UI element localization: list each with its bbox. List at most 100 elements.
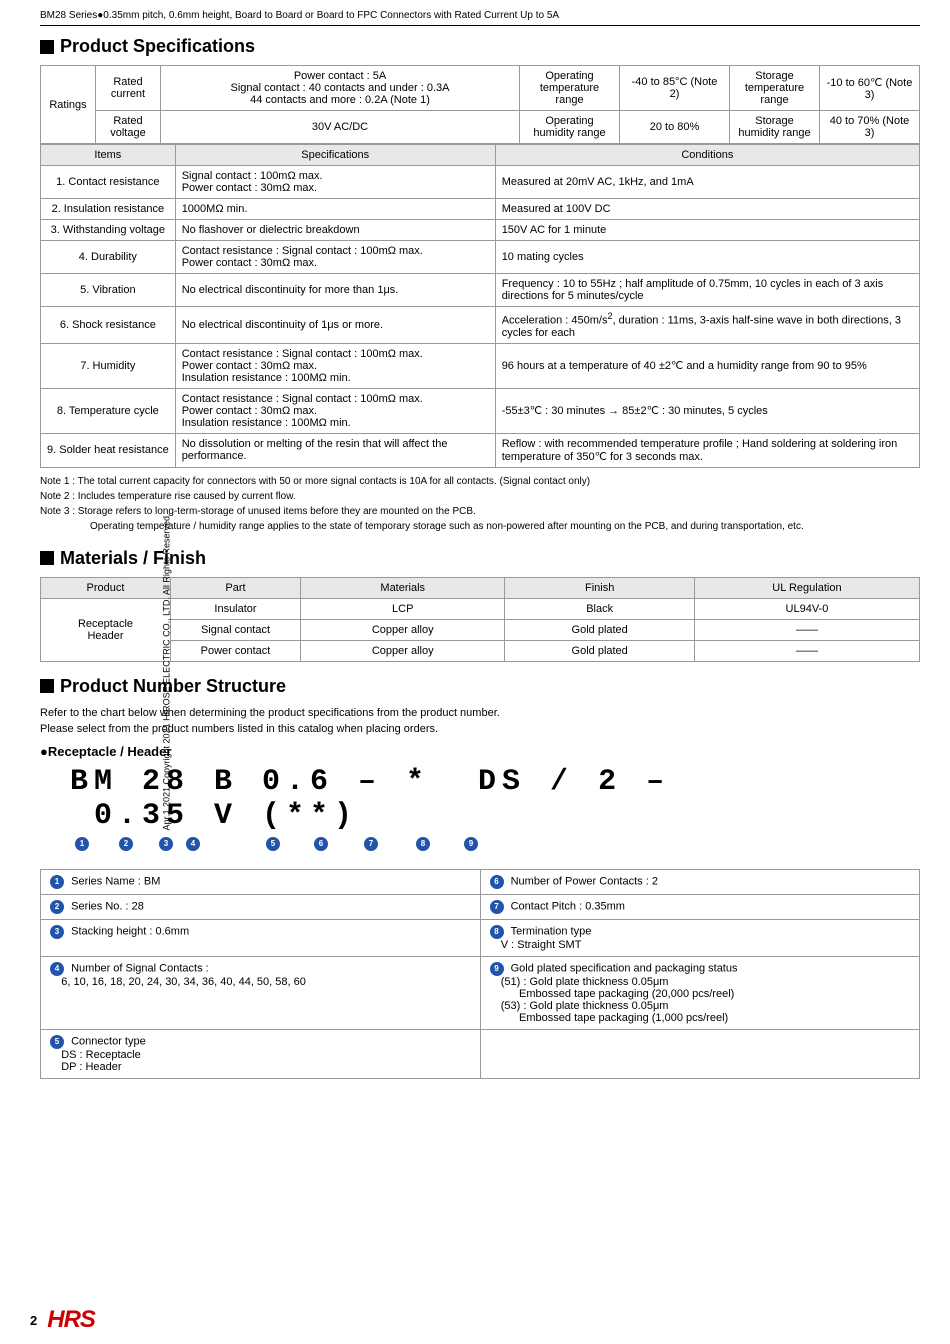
pn-desc-left-1: 1 Series Name : BM xyxy=(41,869,481,894)
desc-circle-5: 5 xyxy=(50,1035,64,1049)
storage-humidity-label: Storage humidity range xyxy=(730,111,820,144)
spec-spec-2: 1000MΩ min. xyxy=(175,199,495,220)
spec-row-6: 6. Shock resistance No electrical discon… xyxy=(41,307,920,344)
pn-desc-left-5: 5 Connector type DS : Receptacle DP : He… xyxy=(41,1029,481,1078)
pn-desc-row-3: 3 Stacking height : 0.6mm 8 Termination … xyxy=(41,919,920,956)
mat-product: ReceptacleHeader xyxy=(41,598,171,661)
note-3a: Note 3 : Storage refers to long-term-sto… xyxy=(40,504,920,519)
product-number-title: Product Number Structure xyxy=(40,676,920,697)
spec-item-3: 3. Withstanding voltage xyxy=(41,220,176,241)
mat-material-3: Copper alloy xyxy=(301,640,505,661)
mat-part-1: Insulator xyxy=(171,598,301,619)
mat-ul-2: —— xyxy=(694,619,919,640)
spec-spec-5: No electrical discontinuity for more tha… xyxy=(175,274,495,307)
pn-desc-left-2: 2 Series No. : 28 xyxy=(41,894,481,919)
mat-part-3: Power contact xyxy=(171,640,301,661)
pn-desc-right-3: 8 Termination type V : Straight SMT xyxy=(480,919,920,956)
spec-item-6: 6. Shock resistance xyxy=(41,307,176,344)
title-square-icon xyxy=(40,40,54,54)
materials-table: Product Part Materials Finish UL Regulat… xyxy=(40,577,920,662)
pn-bullet-header: ●Receptacle / Header xyxy=(40,744,920,759)
page-header: BM28 Series●0.35mm pitch, 0.6mm height, … xyxy=(40,10,920,26)
mat-material-2: Copper alloy xyxy=(301,619,505,640)
specs-header-row: Items Specifications Conditions xyxy=(41,145,920,166)
spec-spec-6: No electrical discontinuity of 1μs or mo… xyxy=(175,307,495,344)
mat-part-2: Signal contact xyxy=(171,619,301,640)
spec-item-9: 9. Solder heat resistance xyxy=(41,433,176,467)
ratings-label: Ratings xyxy=(41,66,96,144)
spec-item-8: 8. Temperature cycle xyxy=(41,388,176,433)
pn-desc-left-4: 4 Number of Signal Contacts : 6, 10, 16,… xyxy=(41,956,481,1029)
op-humidity-value: 20 to 80% xyxy=(620,111,730,144)
mat-ul-3: —— xyxy=(694,640,919,661)
circle-3: 3 xyxy=(158,837,174,851)
rated-voltage-value: 30V AC/DC xyxy=(161,111,520,144)
circle-7: 7 xyxy=(363,837,379,851)
mat-material-1: LCP xyxy=(301,598,505,619)
spec-row-9: 9. Solder heat resistance No dissolution… xyxy=(41,433,920,467)
title-square-icon-2 xyxy=(40,551,54,565)
col-conditions: Conditions xyxy=(495,145,919,166)
mat-col-finish: Finish xyxy=(505,577,694,598)
pn-circles-container: 1 2 3 4 5 6 7 8 9 xyxy=(70,837,920,857)
spec-row-2: 2. Insulation resistance 1000MΩ min. Mea… xyxy=(41,199,920,220)
spec-item-2: 2. Insulation resistance xyxy=(41,199,176,220)
desc-circle-1: 1 xyxy=(50,875,64,889)
pn-indices-row: 1 2 3 4 5 6 7 8 9 xyxy=(70,837,920,857)
rated-current-value: Power contact : 5ASignal contact : 40 co… xyxy=(161,66,520,111)
pn-desc-left-3: 3 Stacking height : 0.6mm xyxy=(41,919,481,956)
desc-circle-8: 8 xyxy=(490,925,504,939)
spec-cond-3: 150V AC for 1 minute xyxy=(495,220,919,241)
pn-desc-row-5: 5 Connector type DS : Receptacle DP : He… xyxy=(41,1029,920,1078)
desc-circle-4: 4 xyxy=(50,962,64,976)
mat-row-1: ReceptacleHeader Insulator LCP Black UL9… xyxy=(41,598,920,619)
spec-spec-8: Contact resistance : Signal contact : 10… xyxy=(175,388,495,433)
spec-row-7: 7. Humidity Contact resistance : Signal … xyxy=(41,343,920,388)
page-number: 2 xyxy=(30,1313,37,1328)
pn-desc-right-4: 9 Gold plated specification and packagin… xyxy=(480,956,920,1029)
storage-humidity-value: 40 to 70% (Note 3) xyxy=(820,111,920,144)
spec-cond-5: Frequency : 10 to 55Hz ; half amplitude … xyxy=(495,274,919,307)
circle-5: 5 xyxy=(265,837,281,851)
spec-row-1: 1. Contact resistance Signal contact : 1… xyxy=(41,166,920,199)
note-2: Note 2 : Includes temperature rise cause… xyxy=(40,489,920,504)
product-number-section: Product Number Structure Refer to the ch… xyxy=(40,676,920,1079)
desc-circle-7: 7 xyxy=(490,900,504,914)
vertical-text: Apr.1.2021 Copyright 2021 HIROSE ELECTRI… xyxy=(161,514,171,831)
ratings-table: Ratings Rated current Power contact : 5A… xyxy=(40,65,920,144)
ratings-row-2: Rated voltage 30V AC/DC Operating humidi… xyxy=(41,111,920,144)
spec-spec-3: No flashover or dielectric breakdown xyxy=(175,220,495,241)
spec-spec-9: No dissolution or melting of the resin t… xyxy=(175,433,495,467)
spec-row-4: 4. Durability Contact resistance : Signa… xyxy=(41,241,920,274)
materials-finish-title: Materials / Finish xyxy=(40,548,920,569)
pn-desc-row-4: 4 Number of Signal Contacts : 6, 10, 16,… xyxy=(41,956,920,1029)
spec-spec-4: Contact resistance : Signal contact : 10… xyxy=(175,241,495,274)
op-humidity-label: Operating humidity range xyxy=(520,111,620,144)
mat-col-ul: UL Regulation xyxy=(694,577,919,598)
spec-spec-7: Contact resistance : Signal contact : 10… xyxy=(175,343,495,388)
col-items: Items xyxy=(41,145,176,166)
hrs-logo: HRS xyxy=(47,1306,95,1334)
ratings-row-1: Ratings Rated current Power contact : 5A… xyxy=(41,66,920,111)
desc-circle-2: 2 xyxy=(50,900,64,914)
circle-8: 8 xyxy=(415,837,431,851)
pn-text: BM 28 B 0.6 – * DS / 2 – 0.35 V (**) xyxy=(70,765,670,833)
product-specifications-title: Product Specifications xyxy=(40,36,920,57)
circle-4: 4 xyxy=(185,837,201,851)
desc-circle-3: 3 xyxy=(50,925,64,939)
mat-col-product: Product xyxy=(41,577,171,598)
note-1: Note 1 : The total current capacity for … xyxy=(40,474,920,489)
spec-cond-4: 10 mating cycles xyxy=(495,241,919,274)
pn-desc-row-1: 1 Series Name : BM 6 Number of Power Con… xyxy=(41,869,920,894)
spec-item-4: 4. Durability xyxy=(41,241,176,274)
note-3b: Operating temperature / humidity range a… xyxy=(40,519,920,534)
spec-row-3: 3. Withstanding voltage No flashover or … xyxy=(41,220,920,241)
col-specifications: Specifications xyxy=(175,145,495,166)
pn-desc-right-2: 7 Contact Pitch : 0.35mm xyxy=(480,894,920,919)
circle-9: 9 xyxy=(463,837,479,851)
mat-ul-1: UL94V-0 xyxy=(694,598,919,619)
op-temp-range-label: Operating temperature range xyxy=(520,66,620,111)
rated-current-label: Rated current xyxy=(96,66,161,111)
title-square-icon-3 xyxy=(40,679,54,693)
storage-temp-label: Storage temperature range xyxy=(730,66,820,111)
